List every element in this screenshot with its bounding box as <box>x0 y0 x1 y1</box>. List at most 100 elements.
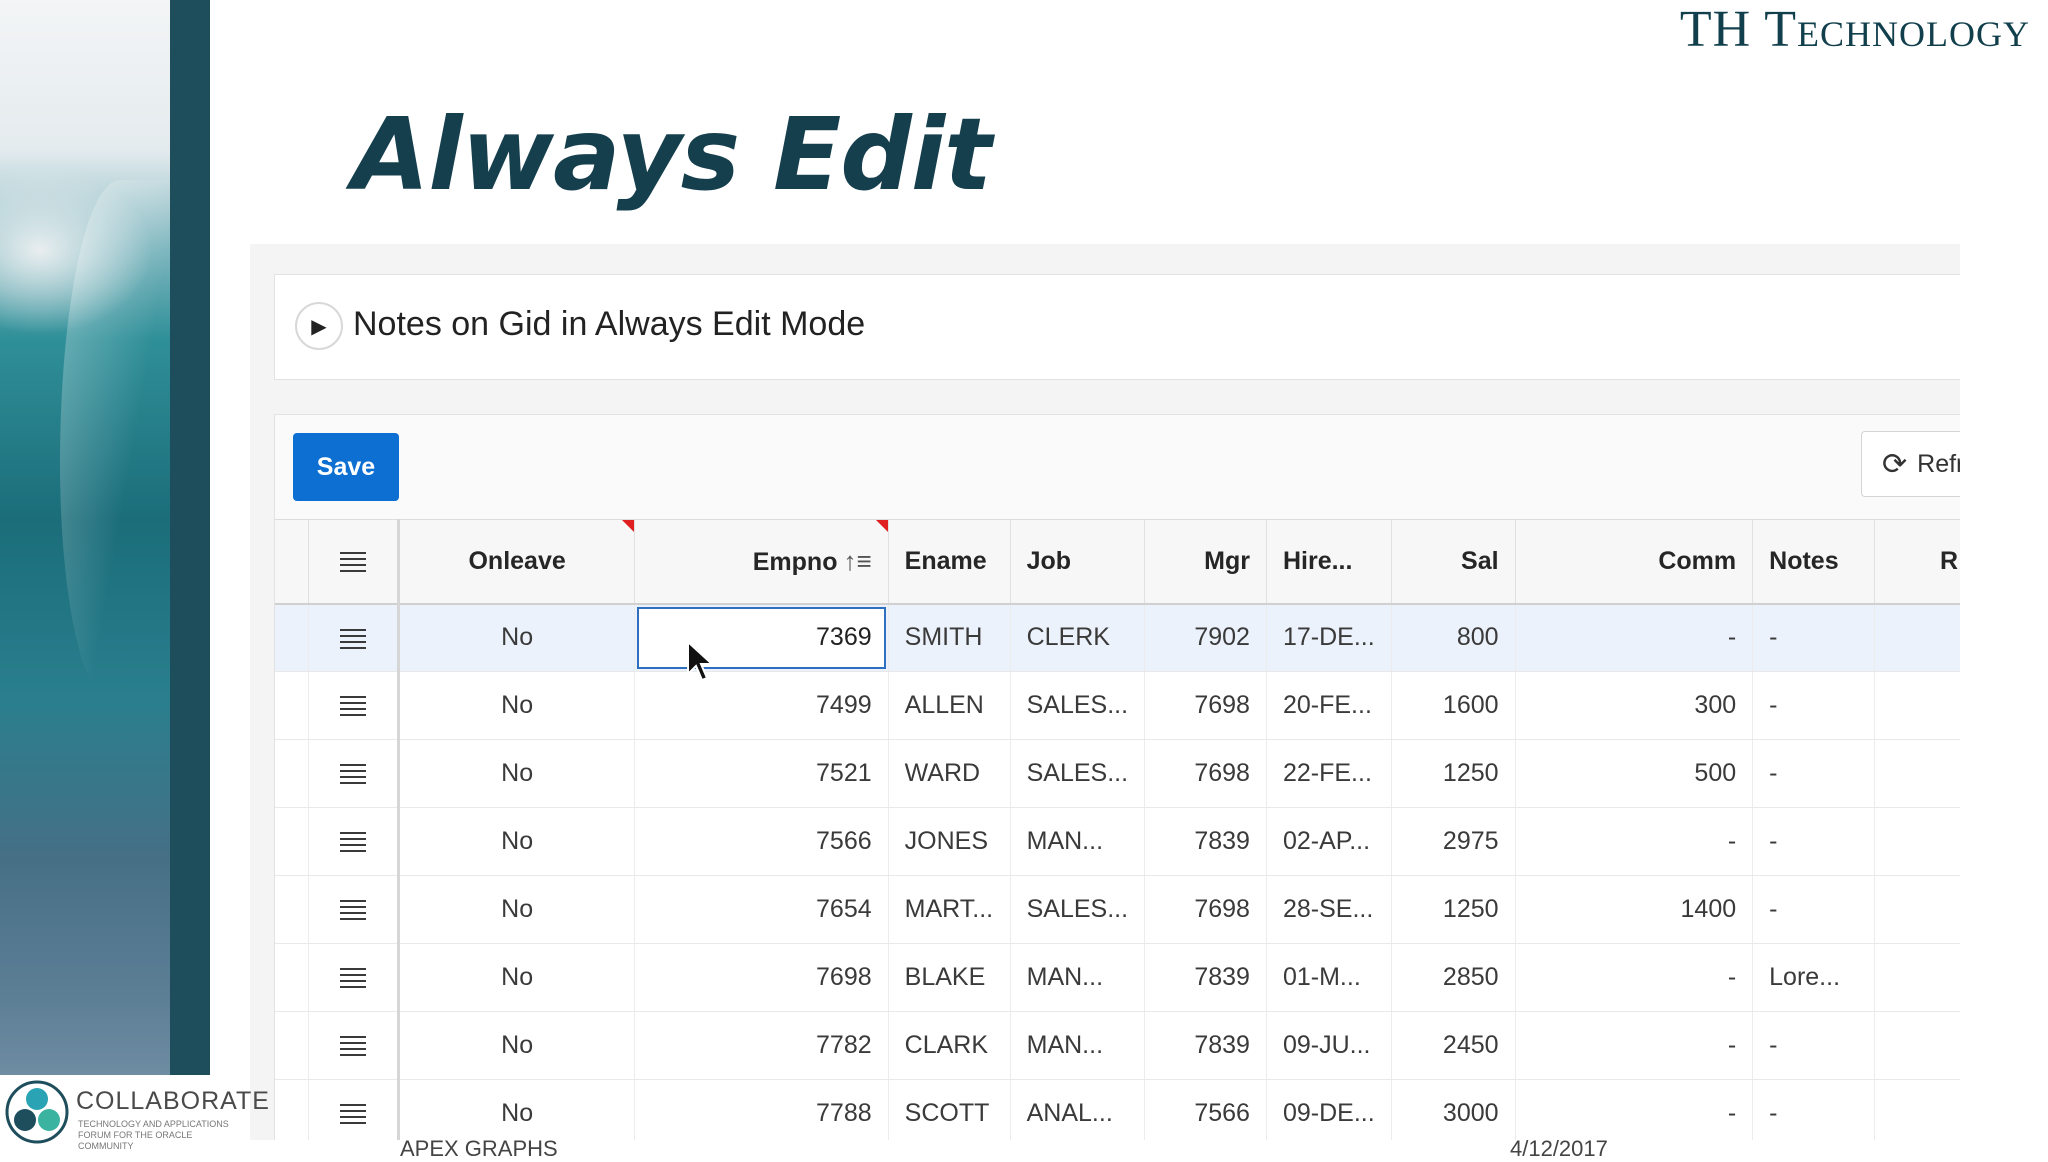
column-header-onleave[interactable]: Onleave <box>398 519 635 605</box>
cell-comm[interactable]: 500 <box>1515 739 1754 808</box>
cell-hire[interactable]: 28-SE... <box>1266 875 1392 944</box>
cell-sal[interactable]: 2975 <box>1391 807 1516 876</box>
column-header-empno[interactable]: Empno ↑≡ <box>634 519 889 605</box>
cell-comm[interactable]: 300 <box>1515 671 1754 740</box>
cell-notes[interactable]: - <box>1752 807 1876 876</box>
cell-job[interactable]: MAN... <box>1010 807 1146 876</box>
cell-sal[interactable]: 3000 <box>1391 1079 1516 1140</box>
row-actions-menu[interactable] <box>308 1079 401 1140</box>
cell-ename[interactable]: SCOTT <box>888 1079 1011 1140</box>
table-row[interactable]: No 7788 SCOTT ANAL... 7566 09-DE... 3000- - <box>275 1079 1960 1140</box>
cell-sal[interactable]: 2450 <box>1391 1011 1516 1080</box>
cell-comm[interactable]: - <box>1515 1079 1754 1140</box>
cell-hire[interactable]: 20-FE... <box>1266 671 1392 740</box>
cell-mgr[interactable]: 7698 <box>1144 671 1267 740</box>
table-row[interactable]: No 7521 WARD SALES... 7698 22-FE... 1250 500- <box>275 739 1960 808</box>
cell-empno[interactable]: 7521 <box>634 739 889 808</box>
cell-hire[interactable]: 01-M... <box>1266 943 1392 1012</box>
cell-mgr[interactable]: 7839 <box>1144 943 1267 1012</box>
row-selector-cell[interactable] <box>275 943 310 1012</box>
row-actions-menu[interactable] <box>308 807 401 876</box>
column-header-ename[interactable]: Ename <box>888 519 1011 605</box>
row-selector-cell[interactable] <box>275 603 310 672</box>
cell-empno[interactable]: 7782 <box>634 1011 889 1080</box>
cell-sal[interactable]: 1250 <box>1391 739 1516 808</box>
cell-truncated[interactable] <box>1874 1079 1960 1140</box>
row-actions-menu[interactable] <box>308 603 401 672</box>
cell-ename[interactable]: MART... <box>888 875 1011 944</box>
cell-sal[interactable]: 1600 <box>1391 671 1516 740</box>
row-actions-menu[interactable] <box>308 875 401 944</box>
cell-comm[interactable]: - <box>1515 807 1754 876</box>
cell-sal[interactable]: 800 <box>1391 603 1516 672</box>
cell-onleave[interactable]: No <box>398 1011 635 1080</box>
cell-sal[interactable]: 2850 <box>1391 943 1516 1012</box>
cell-notes[interactable]: - <box>1752 739 1876 808</box>
row-selector-cell[interactable] <box>275 671 310 740</box>
table-row[interactable]: No 7654 MART... SALES... 7698 28-SE... 1250 140… <box>275 875 1960 944</box>
cell-job[interactable]: ANAL... <box>1010 1079 1146 1140</box>
cell-notes[interactable]: - <box>1752 1011 1876 1080</box>
cell-empno[interactable]: 7654 <box>634 875 889 944</box>
row-actions-menu[interactable] <box>308 1011 401 1080</box>
cell-onleave[interactable]: No <box>398 671 635 740</box>
column-header-sal[interactable]: Sal <box>1391 519 1516 605</box>
cell-comm[interactable]: - <box>1515 603 1754 672</box>
cell-empno[interactable]: 7369 <box>634 603 889 672</box>
cell-ename[interactable]: CLARK <box>888 1011 1011 1080</box>
region-title[interactable]: Notes on Gid in Always Edit Mode <box>353 305 865 344</box>
cell-truncated[interactable] <box>1874 1011 1960 1080</box>
row-actions-header[interactable] <box>308 519 401 605</box>
cell-empno[interactable]: 7566 <box>634 807 889 876</box>
cell-hire[interactable]: 22-FE... <box>1266 739 1392 808</box>
cell-notes[interactable]: - <box>1752 603 1876 672</box>
cell-empno[interactable]: 7788 <box>634 1079 889 1140</box>
refresh-button[interactable]: ⟳ Refresh <box>1861 431 1960 497</box>
cell-ename[interactable]: JONES <box>888 807 1011 876</box>
cell-comm[interactable]: - <box>1515 1011 1754 1080</box>
column-header-job[interactable]: Job <box>1010 519 1146 605</box>
cell-hire[interactable]: 09-DE... <box>1266 1079 1392 1140</box>
table-row[interactable]: No 7499 ALLEN SALES... 7698 20-FE... 1600 300- <box>275 671 1960 740</box>
row-actions-menu[interactable] <box>308 739 401 808</box>
row-selector-cell[interactable] <box>275 1079 310 1140</box>
row-actions-menu[interactable] <box>308 943 401 1012</box>
cell-empno[interactable]: 7698 <box>634 943 889 1012</box>
cell-comm[interactable]: 1400 <box>1515 875 1754 944</box>
cell-ename[interactable]: BLAKE <box>888 943 1011 1012</box>
cell-notes[interactable]: - <box>1752 875 1876 944</box>
cell-ename[interactable]: WARD <box>888 739 1011 808</box>
cell-onleave[interactable]: No <box>398 807 635 876</box>
cell-truncated[interactable] <box>1874 943 1960 1012</box>
table-row[interactable]: No 7698 BLAKE MAN... 7839 01-M... 2850- Lore... <box>275 943 1960 1012</box>
cell-empno[interactable]: 7499 <box>634 671 889 740</box>
cell-onleave[interactable]: No <box>398 603 635 672</box>
cell-mgr[interactable]: 7839 <box>1144 807 1267 876</box>
cell-ename[interactable]: ALLEN <box>888 671 1011 740</box>
row-selector-cell[interactable] <box>275 739 310 808</box>
cell-truncated[interactable] <box>1874 875 1960 944</box>
cell-job[interactable]: SALES... <box>1010 875 1146 944</box>
table-row[interactable]: No 7566 JONES MAN... 7839 02-AP... 2975- - <box>275 807 1960 876</box>
cell-hire[interactable]: 17-DE... <box>1266 603 1392 672</box>
row-selector-cell[interactable] <box>275 875 310 944</box>
cell-job[interactable]: MAN... <box>1010 1011 1146 1080</box>
cell-truncated[interactable] <box>1874 807 1960 876</box>
cell-sal[interactable]: 1250 <box>1391 875 1516 944</box>
cell-job[interactable]: SALES... <box>1010 739 1146 808</box>
cell-notes[interactable]: Lore... <box>1752 943 1876 1012</box>
cell-onleave[interactable]: No <box>398 739 635 808</box>
cell-onleave[interactable]: No <box>398 875 635 944</box>
cell-comm[interactable]: - <box>1515 943 1754 1012</box>
cell-mgr[interactable]: 7698 <box>1144 875 1267 944</box>
region-toggle-button[interactable]: ▶ <box>295 302 343 350</box>
cell-mgr[interactable]: 7839 <box>1144 1011 1267 1080</box>
cell-truncated[interactable] <box>1874 671 1960 740</box>
cell-onleave[interactable]: No <box>398 1079 635 1140</box>
table-row[interactable]: No 7369 SMITH CLERK 7902 17-DE... 800- - <box>275 603 1960 672</box>
cell-hire[interactable]: 09-JU... <box>1266 1011 1392 1080</box>
cell-onleave[interactable]: No <box>398 943 635 1012</box>
column-header-comm[interactable]: Comm <box>1515 519 1754 605</box>
cell-job[interactable]: SALES... <box>1010 671 1146 740</box>
cell-truncated[interactable] <box>1874 739 1960 808</box>
